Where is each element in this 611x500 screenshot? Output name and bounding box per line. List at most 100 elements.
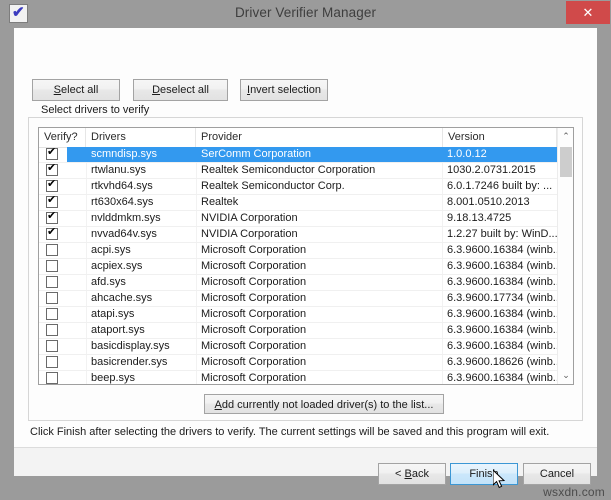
table-row[interactable]: acpiex.sys Microsoft Corporation 6.3.9600.…: [39, 259, 557, 275]
add-driver-label: dd currently not loaded driver(s) to the…: [221, 399, 434, 411]
cell-version: 6.3.9600.16384 (winb...: [447, 324, 557, 336]
cell-provider: Microsoft Corporation: [201, 308, 307, 320]
column-header-provider[interactable]: Provider: [196, 128, 443, 147]
table-row[interactable]: rt630x64.sys Realtek 8.001.0510.2013: [39, 194, 557, 211]
window-title: Driver Verifier Manager: [234, 5, 377, 20]
cell-version: 8.001.0510.2013: [447, 196, 530, 208]
deselect-all-label: eselect all: [160, 84, 209, 96]
cell-provider: Microsoft Corporation: [201, 340, 307, 352]
back-button[interactable]: < Back: [378, 463, 446, 485]
cell-driver: ataport.sys: [91, 324, 145, 336]
cell-driver: basicrender.sys: [91, 356, 168, 368]
verify-checkbox-cell[interactable]: [39, 275, 67, 290]
verify-checkbox-cell[interactable]: [39, 371, 67, 384]
accel-a: A: [214, 399, 222, 411]
cell-version: 6.3.9600.16384 (winb...: [447, 308, 557, 320]
table-row[interactable]: afd.sys Microsoft Corporation 6.3.9600.163…: [39, 275, 557, 291]
verify-checkbox[interactable]: [46, 210, 58, 224]
cell-provider: Realtek: [201, 196, 239, 208]
listview-rows: scmndisp.sys SerComm Corporation 1.0.0.12 r…: [39, 146, 557, 384]
cell-version: 1.2.27 built by: WinD...: [447, 228, 557, 240]
table-row[interactable]: nvlddmkm.sys NVIDIA Corporation 9.18.13.47…: [39, 210, 557, 227]
table-row[interactable]: rtkvhd64.sys Realtek Semiconductor Corp. 6…: [39, 178, 557, 195]
verify-checkbox[interactable]: [46, 308, 58, 320]
cell-driver: acpiex.sys: [91, 260, 143, 272]
table-row[interactable]: atapi.sys Microsoft Corporation 6.3.9600.1…: [39, 307, 557, 323]
cell-provider: Microsoft Corporation: [201, 356, 307, 368]
verify-checkbox-cell[interactable]: [39, 339, 67, 354]
invert-selection-button[interactable]: Invert selection: [240, 79, 328, 101]
cell-driver: nvlddmkm.sys: [91, 212, 161, 224]
listview-header: Verify? Drivers Provider Version: [39, 128, 573, 148]
column-header-drivers[interactable]: Drivers: [86, 128, 196, 147]
verify-checkbox-cell[interactable]: [39, 210, 67, 226]
cell-driver: ahcache.sys: [91, 292, 153, 304]
cell-version: 6.0.1.7246 built by: ...: [447, 180, 553, 192]
verify-checkbox[interactable]: [46, 146, 58, 160]
verify-checkbox[interactable]: [46, 356, 58, 368]
verify-checkbox[interactable]: [46, 194, 58, 208]
close-icon[interactable]: ✕: [566, 1, 610, 24]
cell-driver: basicdisplay.sys: [91, 340, 170, 352]
cancel-button[interactable]: Cancel: [523, 463, 591, 485]
verify-checkbox[interactable]: [46, 226, 58, 240]
add-not-loaded-driver-button[interactable]: Add currently not loaded driver(s) to th…: [204, 394, 444, 414]
table-row[interactable]: basicrender.sys Microsoft Corporation 6.3.…: [39, 355, 557, 371]
verify-checkbox[interactable]: [46, 162, 58, 176]
verify-checkbox-cell[interactable]: [39, 146, 67, 162]
verify-checkbox[interactable]: [46, 340, 58, 352]
dialog-body: Select all Deselect all Invert selection…: [14, 28, 597, 476]
cell-driver: scmndisp.sys: [91, 148, 158, 160]
verify-checkbox[interactable]: [46, 276, 58, 288]
accel-b: B: [404, 468, 412, 480]
cell-driver: nvvad64v.sys: [91, 228, 157, 240]
verify-checkbox-cell[interactable]: [39, 307, 67, 322]
cell-provider: Microsoft Corporation: [201, 372, 307, 384]
cell-driver: atapi.sys: [91, 308, 135, 320]
cell-version: 6.3.9600.16384 (winb...: [447, 244, 557, 256]
verify-checkbox[interactable]: [46, 260, 58, 272]
column-header-verify[interactable]: Verify?: [39, 128, 86, 147]
table-row[interactable]: beep.sys Microsoft Corporation 6.3.9600.16…: [39, 371, 557, 384]
finish-button[interactable]: Finish: [450, 463, 518, 485]
verify-checkbox-cell[interactable]: [39, 323, 67, 338]
table-row[interactable]: nvvad64v.sys NVIDIA Corporation 1.2.27 bui…: [39, 226, 557, 243]
listview-scrollbar[interactable]: ⌃ ⌄: [557, 128, 573, 384]
table-row[interactable]: acpi.sys Microsoft Corporation 6.3.9600.16…: [39, 243, 557, 259]
cell-provider: NVIDIA Corporation: [201, 212, 298, 224]
select-all-label: elect all: [61, 84, 99, 96]
table-row[interactable]: ahcache.sys Microsoft Corporation 6.3.9600…: [39, 291, 557, 307]
table-row[interactable]: ataport.sys Microsoft Corporation 6.3.9600…: [39, 323, 557, 339]
groupbox-label: Select drivers to verify: [38, 104, 153, 116]
verify-checkbox-cell[interactable]: [39, 194, 67, 210]
verify-checkbox-cell[interactable]: [39, 355, 67, 370]
verify-checkbox-cell[interactable]: [39, 243, 67, 258]
drivers-listview[interactable]: Verify? Drivers Provider Version scmndis…: [38, 127, 574, 385]
verify-checkbox-cell[interactable]: [39, 259, 67, 274]
cell-driver: rtwlanu.sys: [91, 164, 147, 176]
select-all-button[interactable]: Select all: [32, 79, 120, 101]
verify-checkbox[interactable]: [46, 244, 58, 256]
instruction-line-1: Click Finish after selecting the drivers…: [30, 426, 550, 438]
scroll-up-icon[interactable]: ⌃: [558, 128, 573, 145]
table-row[interactable]: rtwlanu.sys Realtek Semiconductor Corpora…: [39, 162, 557, 179]
cell-provider: Microsoft Corporation: [201, 244, 307, 256]
table-row[interactable]: basicdisplay.sys Microsoft Corporation 6.3…: [39, 339, 557, 355]
verify-checkbox[interactable]: [46, 324, 58, 336]
verify-checkbox[interactable]: [46, 178, 58, 192]
column-header-version[interactable]: Version: [443, 128, 557, 147]
scrollbar-thumb[interactable]: [560, 147, 572, 177]
scroll-down-icon[interactable]: ⌄: [558, 367, 573, 384]
cell-version: 6.3.9600.17734 (winb...: [447, 292, 557, 304]
verify-checkbox-cell[interactable]: [39, 291, 67, 306]
verify-checkbox-cell[interactable]: [39, 162, 67, 178]
verify-checkbox[interactable]: [46, 372, 58, 384]
cell-provider: Microsoft Corporation: [201, 324, 307, 336]
verify-checkbox-cell[interactable]: [39, 178, 67, 194]
deselect-all-button[interactable]: Deselect all: [133, 79, 228, 101]
driver-verifier-window: ✔ Driver Verifier Manager ✕ Select all D…: [0, 0, 611, 500]
verify-checkbox-cell[interactable]: [39, 226, 67, 242]
table-row[interactable]: scmndisp.sys SerComm Corporation 1.0.0.12: [39, 146, 557, 163]
cell-driver: beep.sys: [91, 372, 136, 384]
verify-checkbox[interactable]: [46, 292, 58, 304]
